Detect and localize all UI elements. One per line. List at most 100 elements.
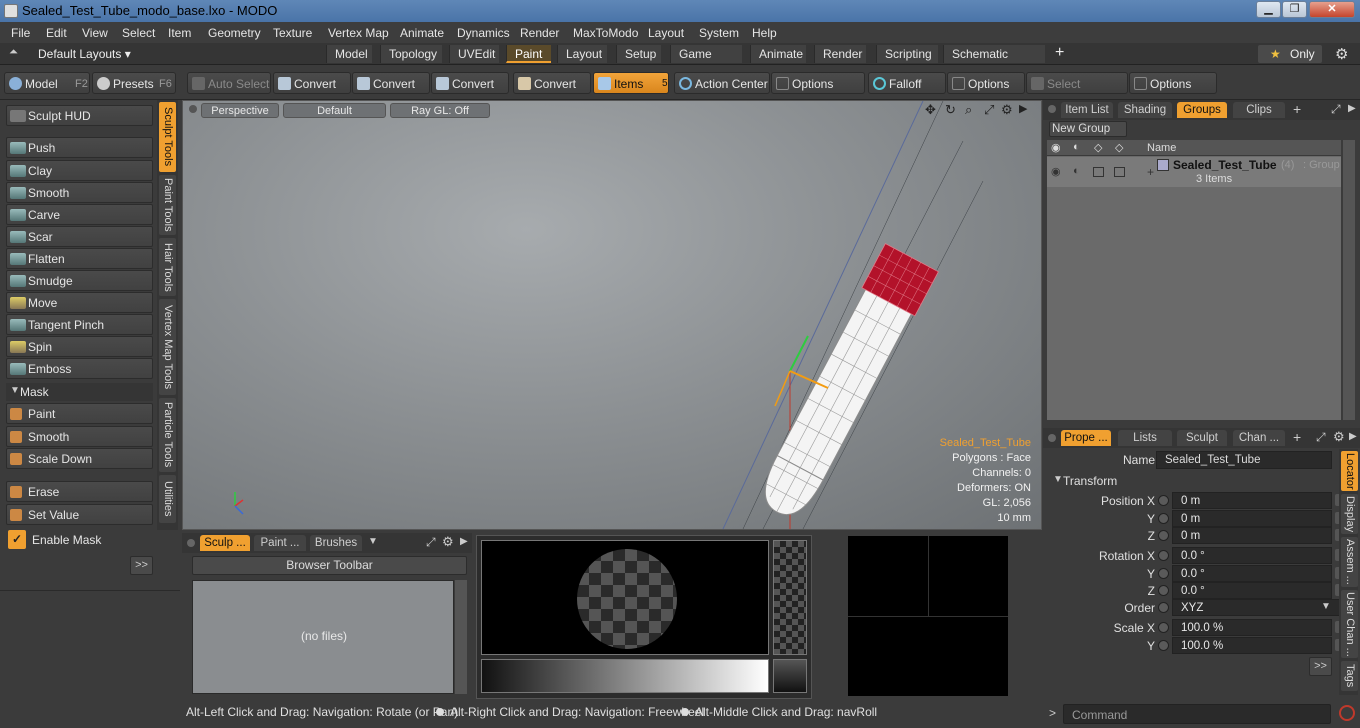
row-select-checkbox[interactable] xyxy=(1114,167,1125,177)
menu-help[interactable]: Help xyxy=(752,26,777,40)
position-z-field[interactable]: 0 m xyxy=(1172,527,1332,544)
tab-animate[interactable]: Animate xyxy=(750,45,806,63)
dropdown-arrow-icon[interactable]: ▼ xyxy=(1321,601,1331,612)
select-through-options-button[interactable]: Options xyxy=(1129,72,1217,94)
expand-panel-icon[interactable]: ⤢ xyxy=(1316,430,1326,445)
transform-section-header[interactable]: ▼ Transform xyxy=(1051,473,1335,489)
action-center-button[interactable]: Action Center xyxy=(674,72,770,94)
browser-scrollbar[interactable] xyxy=(455,580,467,694)
mask-paint[interactable]: Paint xyxy=(6,403,153,424)
tool-spin[interactable]: Spin xyxy=(6,336,153,357)
brush-strength-strip[interactable] xyxy=(773,540,807,655)
tool-emboss[interactable]: Emboss xyxy=(6,358,153,379)
mask-erase[interactable]: Erase xyxy=(6,481,153,502)
render-icon[interactable]: ◇ xyxy=(1094,141,1102,154)
texture-preview[interactable] xyxy=(848,536,1008,696)
select-through-button[interactable]: Select Through xyxy=(1026,72,1128,113)
keyframe-dot-icon[interactable] xyxy=(1158,622,1169,633)
gradient-ramp[interactable] xyxy=(481,659,769,693)
tool-push[interactable]: Push xyxy=(6,137,153,158)
tab-setup[interactable]: Setup xyxy=(616,45,661,63)
rotation-y-field[interactable]: 0.0 ° xyxy=(1172,565,1332,582)
menu-animate[interactable]: Animate xyxy=(400,26,444,40)
mask-set-value[interactable]: Set Value xyxy=(6,504,153,525)
enable-mask-toggle[interactable]: ✓ Enable Mask xyxy=(6,530,153,550)
tab-sculpt-brushes[interactable]: Sculp ... xyxy=(200,535,250,551)
row-eye-icon[interactable]: ◉ xyxy=(1051,165,1061,178)
panel-menu-arrow-icon[interactable]: ▶ xyxy=(1349,431,1357,442)
properties-expand-button[interactable]: >> xyxy=(1309,657,1332,676)
menu-layout[interactable]: Layout xyxy=(648,26,684,40)
sidetab-locator[interactable]: Locator xyxy=(1341,451,1358,491)
browser-toolbar-button[interactable]: Browser Toolbar xyxy=(192,556,467,575)
tool-scar[interactable]: Scar xyxy=(6,226,153,247)
tool-tangent-pinch[interactable]: Tangent Pinch xyxy=(6,314,153,335)
gear-icon[interactable]: ⚙ xyxy=(1335,45,1348,63)
rotation-z-field[interactable]: 0.0 ° xyxy=(1172,582,1332,599)
color-swatch[interactable] xyxy=(773,659,807,693)
tool-flatten[interactable]: Flatten xyxy=(6,248,153,269)
rotation-x-field[interactable]: 0.0 ° xyxy=(1172,547,1332,564)
groups-scrollbar[interactable] xyxy=(1343,140,1355,420)
tool-smooth[interactable]: Smooth xyxy=(6,182,153,203)
tab-dropdown-icon[interactable]: ▼ xyxy=(368,536,378,547)
keyframe-dot-icon[interactable] xyxy=(1158,568,1169,579)
keyframe-dot-icon[interactable] xyxy=(1158,495,1169,506)
menu-texture[interactable]: Texture xyxy=(273,26,312,40)
vtab-hair-tools[interactable]: Hair Tools xyxy=(159,238,176,296)
mask-smooth[interactable]: Smooth xyxy=(6,426,153,447)
vtab-paint-tools[interactable]: Paint Tools xyxy=(159,175,176,235)
maximize-button[interactable]: ❐ xyxy=(1282,1,1307,18)
vtab-sculpt-tools[interactable]: Sculpt Tools xyxy=(159,102,176,172)
tool-move[interactable]: Move xyxy=(6,292,153,313)
tab-model[interactable]: Model xyxy=(326,45,372,63)
tab-render[interactable]: Render xyxy=(814,45,866,63)
tab-brushes[interactable]: Brushes xyxy=(310,535,362,551)
row-render-checkbox[interactable] xyxy=(1093,167,1104,177)
tab-paint[interactable]: Paint xyxy=(506,45,551,63)
keyframe-dot-icon[interactable] xyxy=(1158,530,1169,541)
falloff-button[interactable]: Falloff xyxy=(868,72,946,94)
menu-view[interactable]: View xyxy=(82,26,108,40)
eye-icon[interactable]: ◉ xyxy=(1051,141,1061,154)
tab-paint-brushes[interactable]: Paint ... xyxy=(254,535,306,551)
tab-properties[interactable]: Prope ... xyxy=(1061,430,1111,446)
tab-layout[interactable]: Layout xyxy=(557,45,607,63)
menu-file[interactable]: File xyxy=(11,26,30,40)
add-tab-icon[interactable]: + xyxy=(1055,44,1064,62)
sidetab-user-channels[interactable]: User Chan ... xyxy=(1341,590,1358,658)
tool-carve[interactable]: Carve xyxy=(6,204,153,225)
tab-clips[interactable]: Clips xyxy=(1233,102,1285,118)
menu-render[interactable]: Render xyxy=(520,26,559,40)
3d-viewport[interactable]: Perspective Default Ray GL: Off ✥ ↻ ⌕ ⤢ … xyxy=(182,100,1042,530)
collapse-icon[interactable]: ⏶ xyxy=(9,46,18,59)
menu-dynamics[interactable]: Dynamics xyxy=(457,26,510,40)
expand-panel-icon[interactable]: ⤢ xyxy=(426,535,436,550)
menu-vertex-map[interactable]: Vertex Map xyxy=(328,26,389,40)
name-field[interactable]: Sealed_Test_Tube xyxy=(1156,451,1332,469)
menu-select[interactable]: Select xyxy=(122,26,155,40)
mask-section-header[interactable]: ▼ Mask xyxy=(6,383,153,401)
properties-gear-icon[interactable]: ⚙ xyxy=(1333,429,1345,445)
vtab-particle-tools[interactable]: Particle Tools xyxy=(159,398,176,472)
sidetab-tags[interactable]: Tags xyxy=(1341,661,1358,691)
row-lock-icon[interactable]: ◐ xyxy=(1073,165,1080,177)
keyframe-dot-icon[interactable] xyxy=(1158,585,1169,596)
add-tab-icon[interactable]: + xyxy=(1293,429,1301,445)
vtab-vertex-map-tools[interactable]: Vertex Map Tools xyxy=(159,299,176,395)
menu-item[interactable]: Item xyxy=(168,26,191,40)
expand-plus-icon[interactable]: + xyxy=(1147,165,1154,179)
tab-channels[interactable]: Chan ... xyxy=(1233,430,1285,446)
tab-scripting[interactable]: Scripting xyxy=(876,45,938,63)
expand-button[interactable]: >> xyxy=(130,556,153,575)
new-group-button[interactable]: New Group xyxy=(1049,121,1127,137)
add-tab-icon[interactable]: + xyxy=(1293,101,1301,117)
select-icon[interactable]: ◇ xyxy=(1115,141,1123,154)
auto-select-button[interactable]: Auto Select xyxy=(187,72,271,94)
tab-item-list[interactable]: Item List xyxy=(1061,102,1113,118)
menu-maxtomodo[interactable]: MaxToModo xyxy=(573,26,638,40)
convert-edges-button[interactable]: Convert xyxy=(352,72,430,94)
tab-groups[interactable]: Groups xyxy=(1177,102,1227,118)
keyframe-dot-icon[interactable] xyxy=(1158,602,1169,613)
menu-system[interactable]: System xyxy=(699,26,739,40)
